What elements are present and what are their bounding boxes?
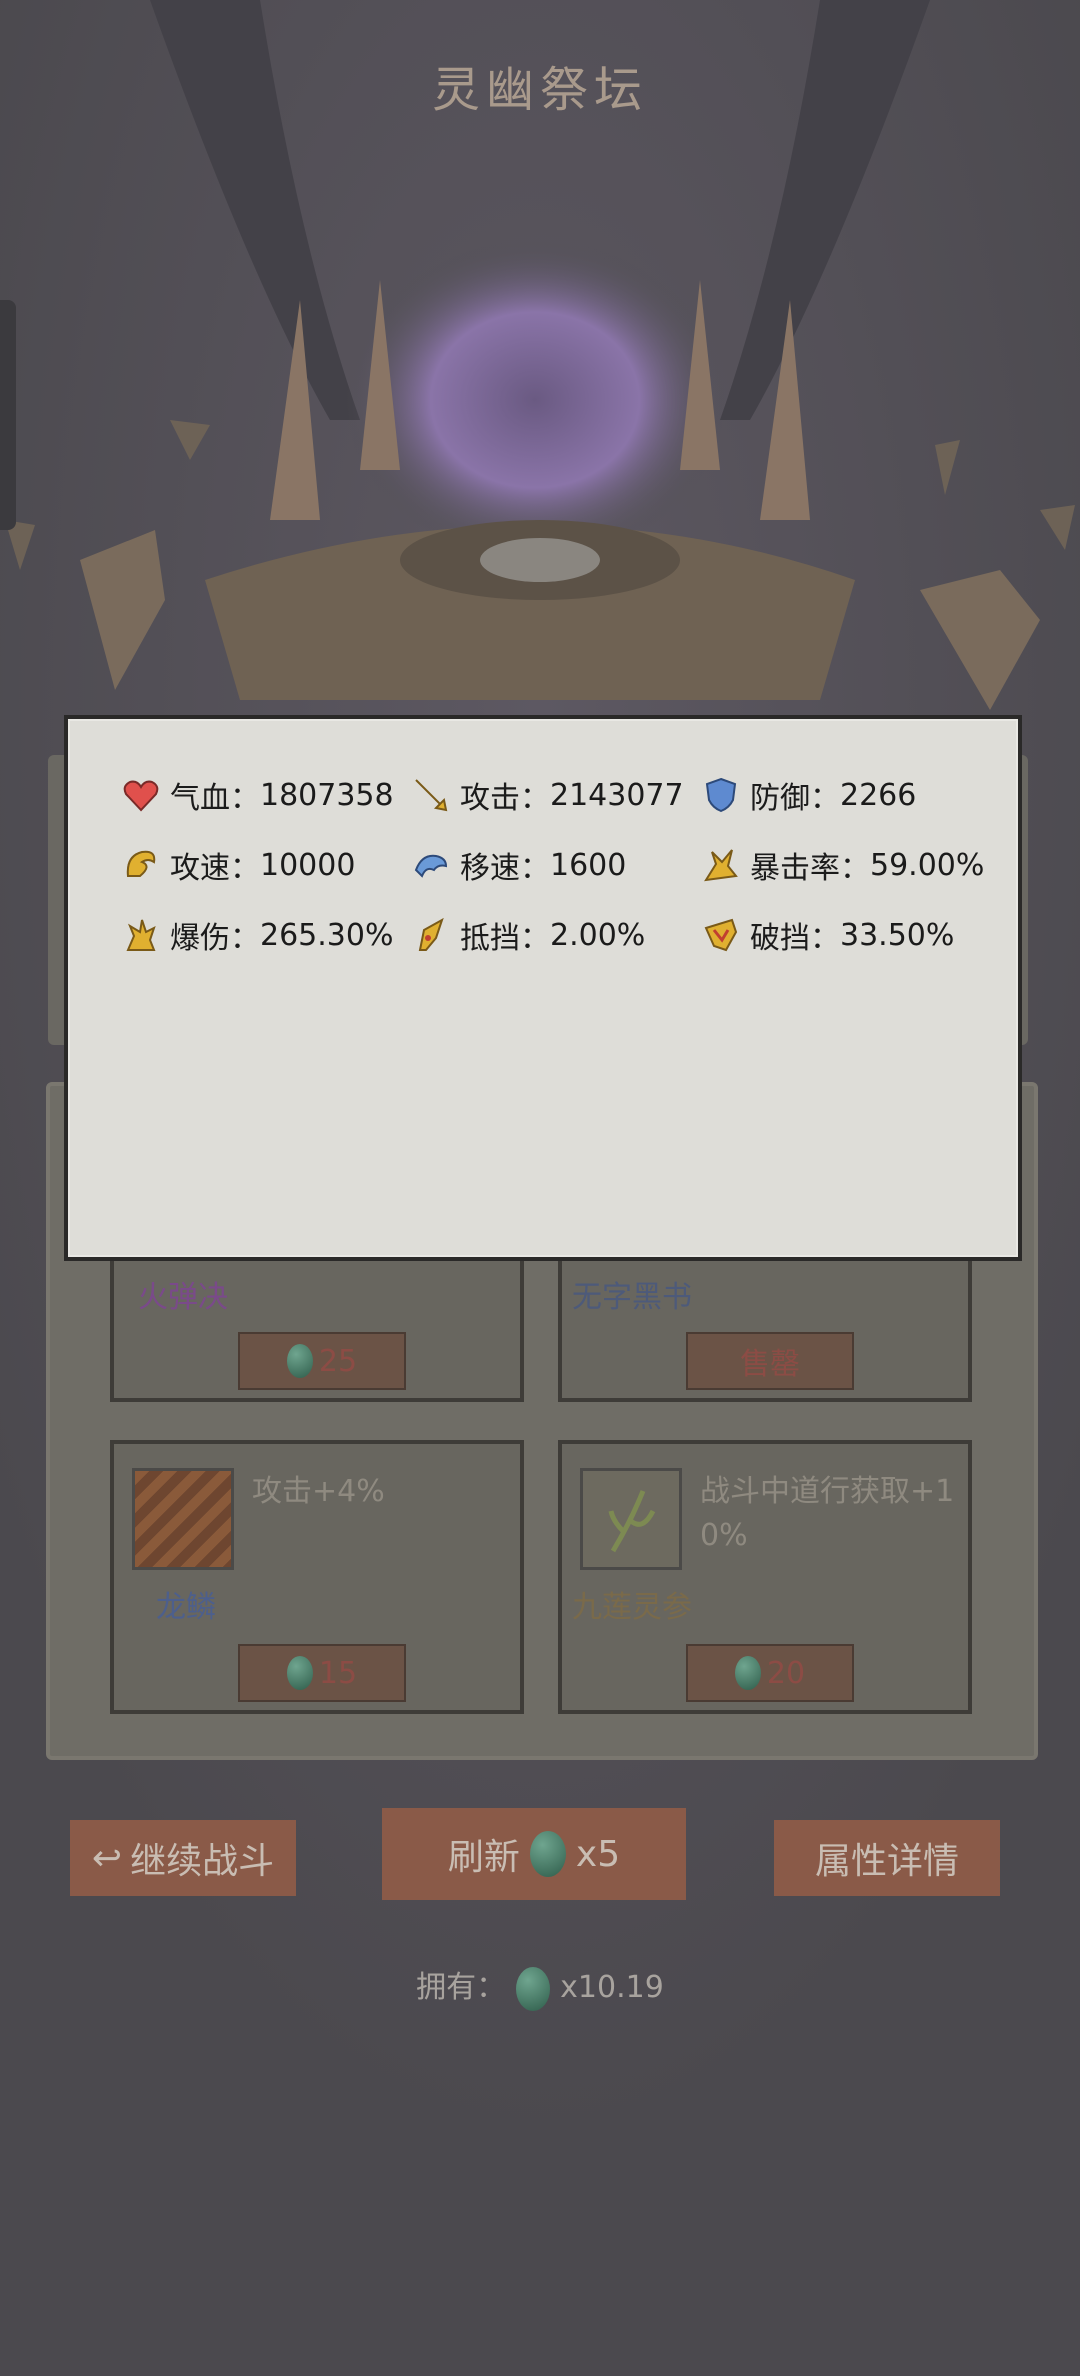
stats-popup[interactable]: 气血： 1807358 攻击： 2143077 防御： 2266 攻速： 10000 移… bbox=[64, 715, 1022, 1261]
shop-item-card[interactable]: 战斗中道行获取+1 0% 九莲灵参 20 bbox=[558, 1440, 972, 1714]
heart-icon bbox=[123, 780, 159, 812]
price-button[interactable]: 20 bbox=[686, 1644, 854, 1702]
stat-crit-rate: 暴击率： 59.00% bbox=[702, 843, 984, 887]
item-name: 九莲灵参 bbox=[572, 1590, 692, 1625]
stat-label: 防御： bbox=[750, 781, 840, 816]
price-button[interactable]: 15 bbox=[238, 1644, 406, 1702]
refresh-label: 刷新 bbox=[447, 1837, 520, 1878]
gem-icon bbox=[516, 1966, 551, 2011]
gem-icon bbox=[529, 1831, 566, 1877]
continue-battle-button[interactable]: ↩ 继续战斗 bbox=[70, 1820, 296, 1896]
ginseng-icon bbox=[580, 1468, 682, 1570]
stat-label: 爆伤： bbox=[170, 921, 260, 956]
stat-move-speed: 移速： 1600 bbox=[412, 843, 626, 887]
stat-block: 抵挡： 2.00% bbox=[412, 913, 645, 957]
price-button[interactable]: 25 bbox=[238, 1332, 406, 1390]
attribute-details-button[interactable]: 属性详情 bbox=[774, 1820, 1000, 1896]
owned-currency: 拥有： x10.19 bbox=[0, 1962, 1080, 2011]
item-name: 无字黑书 bbox=[572, 1280, 692, 1315]
stat-value: 33.50% bbox=[840, 917, 955, 953]
stat-value: 10000 bbox=[260, 847, 356, 883]
stat-value: 1600 bbox=[550, 847, 627, 883]
stat-value: 2143077 bbox=[550, 777, 684, 813]
stat-hp: 气血： 1807358 bbox=[122, 773, 394, 817]
stat-value: 59.00% bbox=[870, 847, 985, 883]
move-speed-icon bbox=[414, 854, 448, 878]
attribute-details-label: 属性详情 bbox=[814, 1841, 959, 1882]
shield-icon bbox=[705, 777, 737, 813]
side-tab[interactable] bbox=[0, 300, 16, 530]
stat-label: 气血： bbox=[170, 781, 260, 816]
owned-label: 拥有： bbox=[416, 1970, 507, 2005]
page-title: 灵幽祭坛 bbox=[431, 62, 648, 118]
continue-battle-label: 继续战斗 bbox=[130, 1841, 275, 1882]
crit-damage-icon bbox=[126, 919, 156, 951]
dragon-scale-icon bbox=[132, 1468, 234, 1570]
stat-label: 破挡： bbox=[750, 921, 840, 956]
stat-value: 2.00% bbox=[550, 917, 646, 953]
price-value: 25 bbox=[318, 1343, 358, 1379]
stat-label: 暴击率： bbox=[750, 851, 870, 886]
gem-icon bbox=[734, 1656, 761, 1690]
item-description: 战斗中道行获取+1 0% bbox=[700, 1474, 955, 1553]
attack-speed-icon bbox=[126, 850, 156, 877]
gem-icon bbox=[286, 1656, 313, 1690]
refresh-cost: x5 bbox=[575, 1833, 621, 1875]
sword-icon bbox=[415, 779, 448, 812]
stat-label: 抵挡： bbox=[460, 921, 550, 956]
gem-icon bbox=[286, 1344, 313, 1378]
sold-out-button: 售罄 bbox=[686, 1332, 854, 1390]
back-arrow-icon: ↩ bbox=[91, 1837, 123, 1879]
refresh-button[interactable]: 刷新 x5 bbox=[382, 1808, 686, 1900]
stat-value: 265.30% bbox=[260, 917, 394, 953]
stat-value: 1807358 bbox=[260, 777, 394, 813]
stat-attack-speed: 攻速： 10000 bbox=[122, 843, 355, 887]
stat-attack: 攻击： 2143077 bbox=[412, 773, 684, 817]
item-name: 龙鳞 bbox=[156, 1590, 216, 1625]
crit-rate-icon bbox=[704, 849, 738, 882]
shop-item-card[interactable]: 攻击+4% 龙鳞 15 bbox=[110, 1440, 524, 1714]
item-description: 攻击+4% bbox=[252, 1474, 385, 1509]
price-value: 20 bbox=[766, 1655, 806, 1691]
owned-value: x10.19 bbox=[560, 1970, 664, 2005]
item-name: 火弹决 bbox=[138, 1280, 228, 1315]
stat-label: 攻速： bbox=[170, 851, 260, 886]
break-block-icon bbox=[704, 918, 738, 952]
price-value: 售罄 bbox=[740, 1347, 800, 1382]
stat-crit-damage: 爆伤： 265.30% bbox=[122, 913, 393, 957]
stat-label: 移速： bbox=[460, 851, 550, 886]
stat-break-block: 破挡： 33.50% bbox=[702, 913, 954, 957]
stat-value: 2266 bbox=[840, 777, 917, 813]
block-icon bbox=[418, 917, 444, 951]
stat-defense: 防御： 2266 bbox=[702, 773, 916, 817]
price-value: 15 bbox=[318, 1655, 358, 1691]
stat-label: 攻击： bbox=[460, 781, 550, 816]
